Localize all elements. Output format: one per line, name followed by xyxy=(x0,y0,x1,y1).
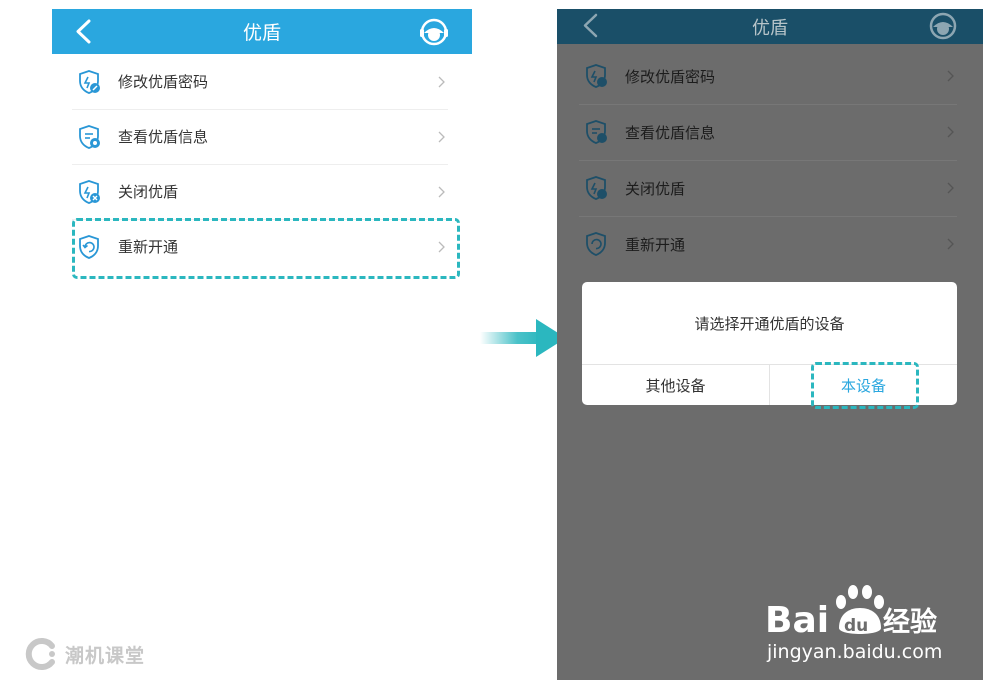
chevron-right-icon xyxy=(438,131,445,142)
menu-item-view-info: 查看优盾信息 xyxy=(579,104,957,161)
chevron-right-icon xyxy=(438,186,445,197)
shield-close-icon xyxy=(79,179,100,204)
page-title: 优盾 xyxy=(752,17,788,39)
page-title: 优盾 xyxy=(242,22,281,44)
menu-item-close-ushield[interactable]: 关闭优盾 xyxy=(72,164,448,220)
chaoji-logo-icon xyxy=(25,638,55,670)
menu-item-label: 修改优盾密码 xyxy=(625,67,716,86)
menu-item-reopen: 重新开通 xyxy=(579,216,957,272)
menu-item-modify-password: 修改优盾密码 xyxy=(579,48,957,105)
chaoji-logo: 潮机课堂 xyxy=(25,637,145,671)
top-bar-dimmed: 优盾 xyxy=(557,9,983,44)
highlight-reopen xyxy=(72,218,460,279)
svg-text:经验: 经验 xyxy=(883,606,937,638)
menu-item-label: 查看优盾信息 xyxy=(625,123,716,142)
shield-reopen-icon xyxy=(586,232,606,256)
other-device-button[interactable]: 其他设备 xyxy=(582,365,769,405)
menu-item-close-ushield: 关闭优盾 xyxy=(579,160,957,217)
customer-service-icon xyxy=(929,12,957,40)
customer-service-icon[interactable] xyxy=(418,17,450,47)
chevron-right-icon xyxy=(947,126,954,138)
baidu-jingyan-logo: Bai du 经验 xyxy=(765,584,945,643)
svg-text:Bai: Bai xyxy=(765,600,829,639)
left-phone-screen: 优盾 修改优盾密码 查看优盾信息 关闭优盾 重新开通 xyxy=(52,9,472,669)
menu-item-label: 关闭优盾 xyxy=(118,183,179,201)
chevron-right-icon xyxy=(947,182,954,194)
highlight-this-device xyxy=(811,362,919,409)
baidu-paw-icon: Bai du 经验 xyxy=(765,585,937,641)
right-phone-screen: 优盾 修改优盾密码 查看优盾信息 关闭优盾 重新开通 请选择开通优盾的设备 其他… xyxy=(557,9,983,680)
shield-info-icon xyxy=(79,124,100,149)
shield-edit-icon xyxy=(586,64,607,88)
chaoji-logo-text: 潮机课堂 xyxy=(65,644,146,667)
chevron-left-icon xyxy=(583,13,598,38)
shield-info-icon xyxy=(586,120,607,144)
menu-item-label: 重新开通 xyxy=(625,235,686,254)
chevron-right-icon xyxy=(947,70,954,82)
shield-close-icon xyxy=(586,176,607,200)
menu-item-label: 修改优盾密码 xyxy=(118,73,209,91)
svg-text:du: du xyxy=(844,616,868,636)
top-bar: 优盾 xyxy=(52,9,472,54)
dialog-message: 请选择开通优盾的设备 xyxy=(694,314,845,333)
chevron-left-icon[interactable] xyxy=(74,19,94,44)
chevron-right-icon xyxy=(947,238,954,250)
shield-edit-icon xyxy=(79,69,100,94)
baidu-url-text: jingyan.baidu.com xyxy=(767,641,943,663)
chevron-right-icon xyxy=(438,76,445,87)
menu-item-view-info[interactable]: 查看优盾信息 xyxy=(72,109,448,165)
menu-item-label: 关闭优盾 xyxy=(625,179,686,198)
menu-item-label: 查看优盾信息 xyxy=(118,128,209,146)
menu-item-modify-password[interactable]: 修改优盾密码 xyxy=(72,54,448,110)
